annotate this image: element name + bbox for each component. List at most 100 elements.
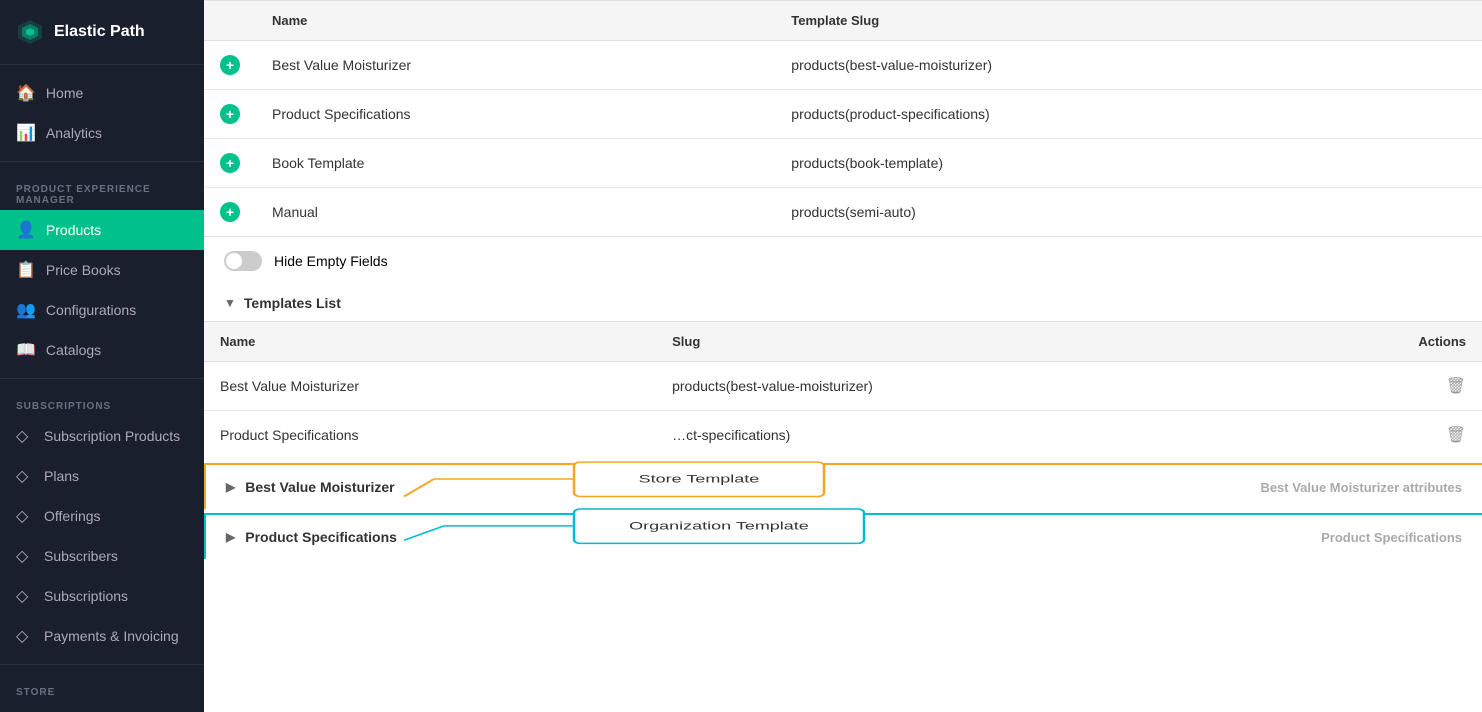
sidebar-divider-3 [0, 664, 204, 665]
sidebar-item-price-books[interactable]: 📋 Price Books [0, 250, 204, 290]
configurations-icon: 👥 [16, 300, 36, 320]
template-table-row: Best Value Moisturizer products(best-val… [204, 362, 1482, 411]
analytics-icon: 📊 [16, 123, 36, 143]
template-actions-cell: 🗑 [1271, 411, 1482, 460]
subscriptions-icon: ◇ [16, 586, 34, 606]
table-row: + Best Value Moisturizer products(best-v… [204, 41, 1482, 90]
delete-row-icon[interactable]: 🗑 [1446, 427, 1466, 444]
offerings-icon: ◇ [16, 506, 34, 526]
add-row-icon[interactable]: + [220, 202, 240, 222]
hide-empty-fields-label: Hide Empty Fields [274, 253, 388, 269]
template-slug-cell: …ct-specifications) [656, 411, 1271, 460]
row-slug-cell: products(best-value-moisturizer) [775, 41, 1482, 90]
expand-row-attr-product-specs: Product Specifications [1321, 530, 1462, 545]
template-name-cell: Product Specifications [204, 411, 656, 460]
row-name-cell: Product Specifications [256, 90, 775, 139]
delete-row-icon[interactable]: 🗑 [1446, 378, 1466, 395]
sidebar-item-price-books-label: Price Books [46, 262, 121, 278]
sidebar-item-products[interactable]: 👤 Products [0, 210, 204, 250]
row-action-cell[interactable]: + [204, 139, 256, 188]
sidebar-item-configurations[interactable]: 👥 Configurations [0, 290, 204, 330]
expand-row-left: ▶ Best Value Moisturizer [226, 479, 395, 495]
hide-empty-fields-toggle[interactable] [224, 251, 262, 271]
sidebar-item-payments[interactable]: ◇ Payments & Invoicing [0, 616, 204, 656]
upper-table-container: Name Template Slug + Best Value Moisturi… [204, 0, 1482, 237]
add-row-icon[interactable]: + [220, 55, 240, 75]
sidebar-item-payments-label: Payments & Invoicing [44, 628, 179, 644]
catalogs-icon: 📖 [16, 340, 36, 360]
logo-area: Elastic Path [0, 0, 204, 65]
expand-row-label-best-value: Best Value Moisturizer [245, 479, 394, 495]
sidebar-item-home[interactable]: 🏠 Home [0, 73, 204, 113]
templates-table: Name Slug Actions Best Value Moisturizer… [204, 322, 1482, 459]
sidebar-item-configurations-label: Configurations [46, 302, 136, 318]
row-slug-cell: products(semi-auto) [775, 188, 1482, 237]
row-action-cell[interactable]: + [204, 188, 256, 237]
sidebar-item-plans[interactable]: ◇ Plans [0, 456, 204, 496]
sidebar-item-subscription-products-label: Subscription Products [44, 428, 180, 444]
sidebar-item-analytics[interactable]: 📊 Analytics [0, 113, 204, 153]
table-row: + Book Template products(book-template) [204, 139, 1482, 188]
sidebar-item-subscribers-label: Subscribers [44, 548, 118, 564]
template-slug-partial: …ct-specifications) [672, 427, 790, 443]
expand-chevron-product-specs: ▶ [226, 530, 235, 544]
table-row: + Manual products(semi-auto) [204, 188, 1482, 237]
upper-table: Name Template Slug + Best Value Moisturi… [204, 1, 1482, 236]
templates-list-title: Templates List [244, 295, 341, 311]
sidebar-navigation: 🏠 Home 📊 Analytics PRODUCT EXPERIENCE MA… [0, 65, 204, 712]
row-name-cell: Manual [256, 188, 775, 237]
expand-row-best-value[interactable]: ▶ Best Value Moisturizer Best Value Mois… [204, 463, 1482, 509]
template-name-cell: Best Value Moisturizer [204, 362, 656, 411]
sidebar-divider-2 [0, 378, 204, 379]
sidebar-item-products-label: Products [46, 222, 101, 238]
col-header-template-name: Name [204, 322, 656, 362]
row-name-cell: Best Value Moisturizer [256, 41, 775, 90]
sidebar: Elastic Path 🏠 Home 📊 Analytics PRODUCT … [0, 0, 204, 712]
add-row-icon[interactable]: + [220, 153, 240, 173]
templates-table-container: Name Slug Actions Best Value Moisturizer… [204, 321, 1482, 459]
sidebar-item-offerings[interactable]: ◇ Offerings [0, 496, 204, 536]
template-table-row: Product Specifications …ct-specification… [204, 411, 1482, 460]
expand-row-inner-best-value: ▶ Best Value Moisturizer Best Value Mois… [226, 479, 1462, 495]
sidebar-item-catalogs-label: Catalogs [46, 342, 101, 358]
sidebar-item-plans-label: Plans [44, 468, 79, 484]
hide-empty-fields-row: Hide Empty Fields [204, 237, 1482, 285]
home-icon: 🏠 [16, 83, 36, 103]
sidebar-item-subscribers[interactable]: ◇ Subscribers [0, 536, 204, 576]
expand-chevron-best-value: ▶ [226, 480, 235, 494]
sidebar-item-subscription-products[interactable]: ◇ Subscription Products [0, 416, 204, 456]
add-row-icon[interactable]: + [220, 104, 240, 124]
sidebar-item-catalogs[interactable]: 📖 Catalogs [0, 330, 204, 370]
table-row: + Product Specifications products(produc… [204, 90, 1482, 139]
row-action-cell[interactable]: + [204, 90, 256, 139]
bottom-expandable-section: ▶ Best Value Moisturizer Best Value Mois… [204, 459, 1482, 559]
template-slug-cell: products(best-value-moisturizer) [656, 362, 1271, 411]
row-action-cell[interactable]: + [204, 41, 256, 90]
sidebar-item-home-label: Home [46, 85, 83, 101]
sidebar-section-subscriptions: SUBSCRIPTIONS [0, 387, 204, 416]
col-header-template-slug: Slug [656, 322, 1271, 362]
expand-row-left-specs: ▶ Product Specifications [226, 529, 397, 545]
sidebar-item-analytics-label: Analytics [46, 125, 102, 141]
logo-text: Elastic Path [54, 23, 145, 41]
price-books-icon: 📋 [16, 260, 36, 280]
col-header-name: Name [256, 1, 775, 41]
col-header-slug: Template Slug [775, 1, 1482, 41]
plans-icon: ◇ [16, 466, 34, 486]
sidebar-item-files[interactable]: ◇ Files [0, 702, 204, 712]
templates-list-chevron: ▼ [224, 296, 236, 310]
expand-row-inner-product-specs: ▶ Product Specifications Product Specifi… [226, 529, 1462, 545]
payments-icon: ◇ [16, 626, 34, 646]
sidebar-item-offerings-label: Offerings [44, 508, 101, 524]
col-header-action [204, 1, 256, 41]
subscribers-icon: ◇ [16, 546, 34, 566]
expand-row-label-product-specs: Product Specifications [245, 529, 397, 545]
row-slug-cell: products(product-specifications) [775, 90, 1482, 139]
sidebar-item-subscriptions-label: Subscriptions [44, 588, 128, 604]
subscription-products-icon: ◇ [16, 426, 34, 446]
sidebar-item-subscriptions[interactable]: ◇ Subscriptions [0, 576, 204, 616]
main-content: Name Template Slug + Best Value Moisturi… [204, 0, 1482, 712]
templates-list-section-header[interactable]: ▼ Templates List [204, 285, 1482, 321]
expand-row-product-specs[interactable]: ▶ Product Specifications Product Specifi… [204, 513, 1482, 559]
sidebar-section-pem: PRODUCT EXPERIENCE MANAGER [0, 170, 204, 210]
